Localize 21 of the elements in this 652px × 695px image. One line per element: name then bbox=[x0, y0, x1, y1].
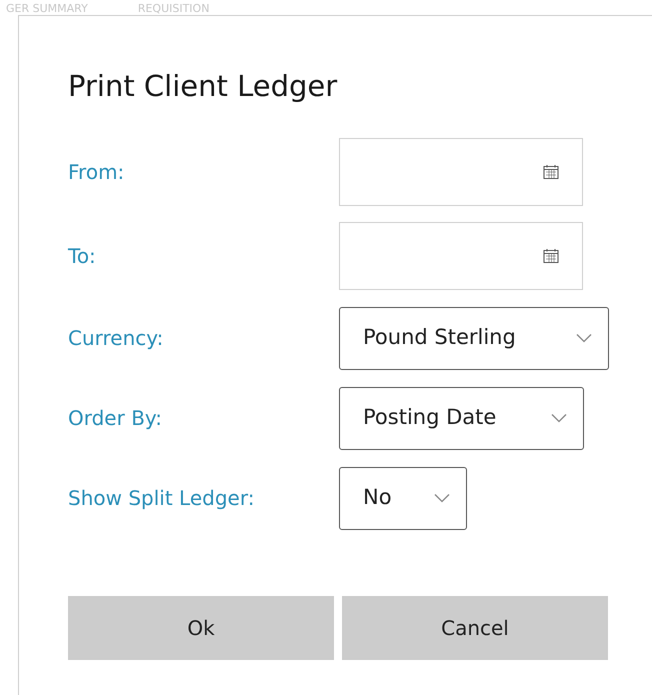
date-field[interactable] bbox=[339, 222, 583, 290]
dropdown-value: No bbox=[363, 484, 392, 512]
field-label: Order By: bbox=[68, 405, 164, 432]
dropdown[interactable]: No bbox=[339, 466, 467, 530]
field-label: Show Split Ledger: bbox=[68, 485, 256, 512]
field-label: From: bbox=[68, 159, 126, 186]
dropdown[interactable]: Posting Date bbox=[339, 386, 584, 450]
dialog-button[interactable]: Ok bbox=[68, 596, 334, 660]
chevron-down-icon bbox=[576, 333, 592, 343]
field-label: To: bbox=[68, 243, 97, 270]
dropdown-value: Pound Sterling bbox=[363, 324, 516, 352]
dropdown[interactable]: Pound Sterling bbox=[339, 306, 609, 370]
field-label: Currency: bbox=[68, 325, 164, 352]
calendar-icon bbox=[542, 163, 560, 181]
dialog-title: Print Client Ledger bbox=[68, 68, 338, 105]
dialog-button[interactable]: Cancel bbox=[342, 596, 608, 660]
calendar-icon bbox=[542, 247, 560, 265]
dropdown-value: Posting Date bbox=[363, 404, 496, 432]
date-field[interactable] bbox=[339, 138, 583, 206]
chevron-down-icon bbox=[551, 413, 567, 423]
chevron-down-icon bbox=[434, 493, 450, 503]
